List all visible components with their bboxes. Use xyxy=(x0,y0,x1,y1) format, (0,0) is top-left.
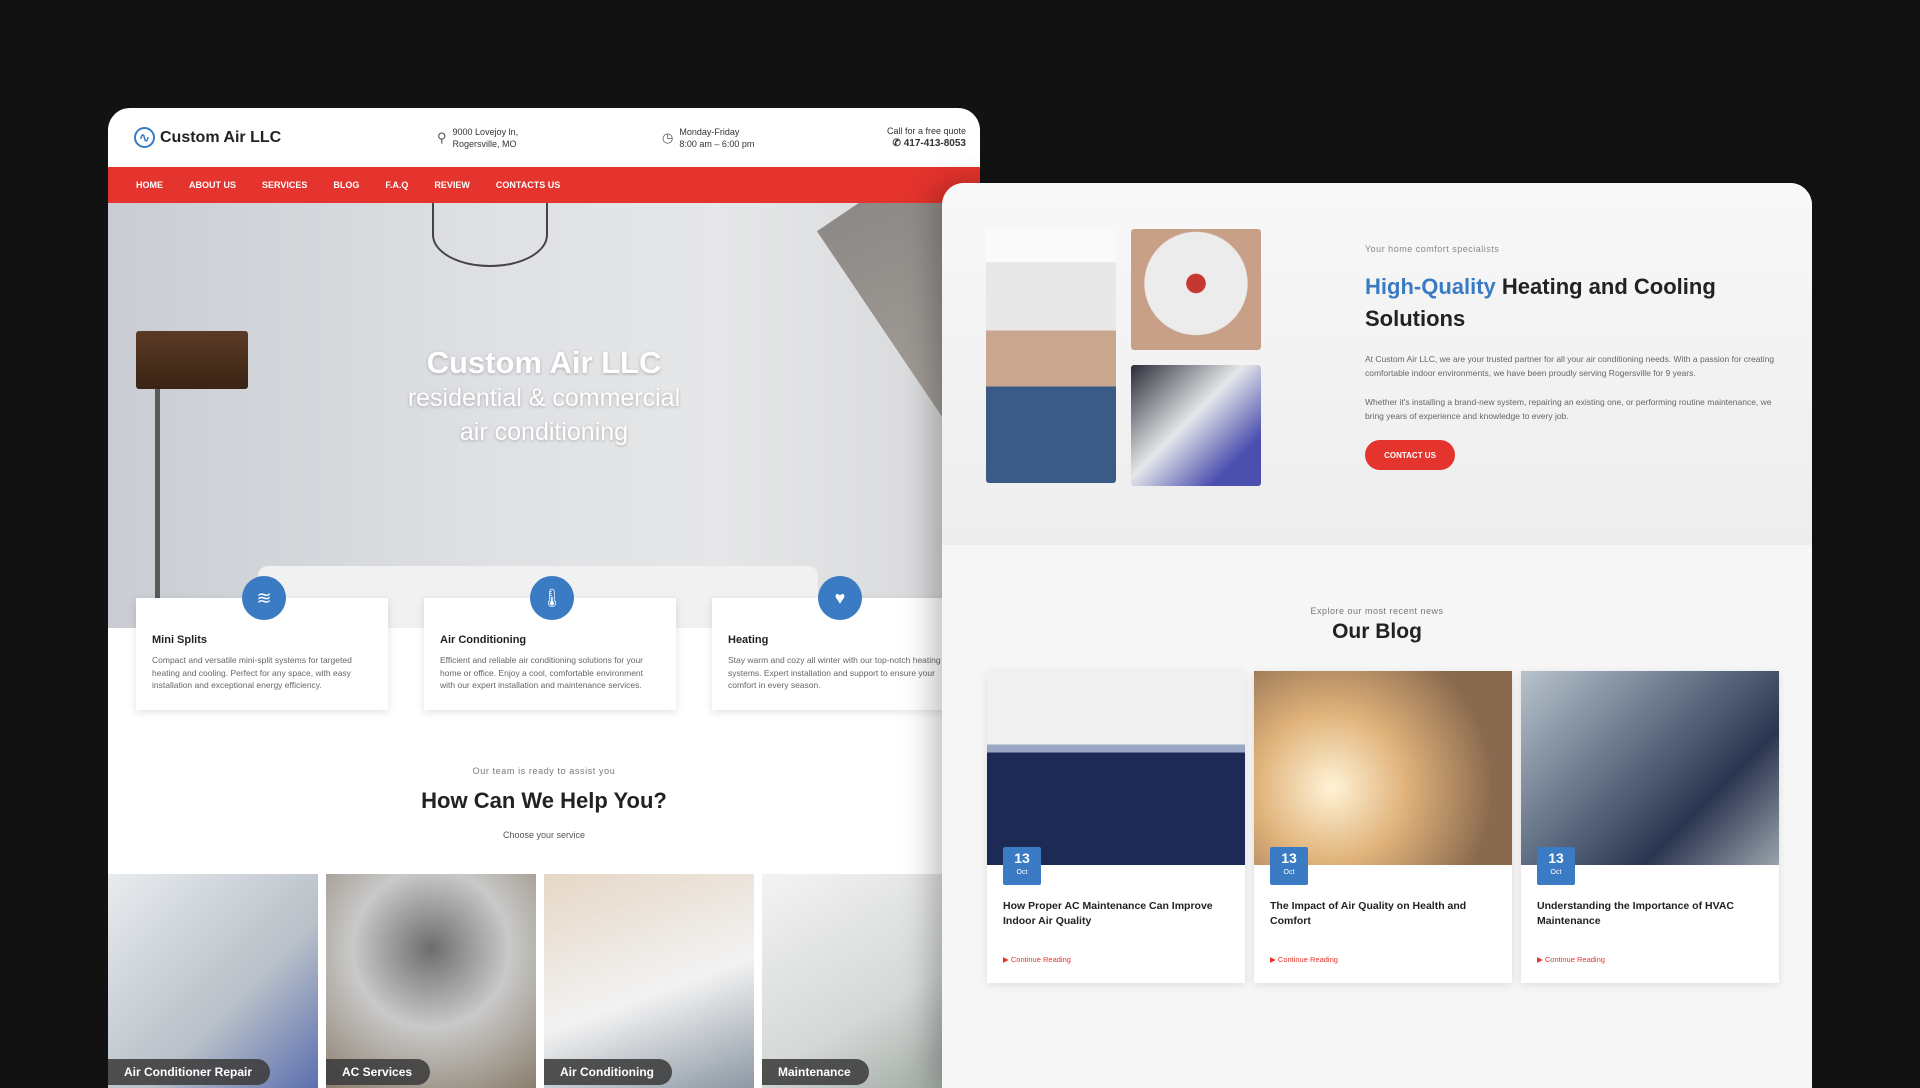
heart-icon: ♥ xyxy=(818,576,862,620)
feature-text: Stay warm and cozy all winter with our t… xyxy=(728,655,941,690)
feature-text: Efficient and reliable air conditioning … xyxy=(440,655,644,690)
quote-label: Call for a free quote xyxy=(886,126,966,136)
date-day: 13 xyxy=(1281,850,1297,866)
blog-card[interactable]: 13 Oct Understanding the Importance of HV… xyxy=(1521,671,1779,983)
help-title: How Can We Help You? xyxy=(421,788,667,813)
service-label: Maintenance xyxy=(762,1059,869,1085)
service-label: Air Conditioning xyxy=(544,1059,672,1085)
date-badge: 13 Oct xyxy=(1003,847,1041,885)
blog-post-title[interactable]: Understanding the Importance of HVAC Mai… xyxy=(1537,899,1765,929)
continue-reading-label: Continue Reading xyxy=(1277,955,1338,964)
play-arrow-icon: ▶ xyxy=(1270,955,1276,964)
quote-info: Call for a free quote ✆ 417-413-8053 xyxy=(887,125,966,150)
date-day: 13 xyxy=(1014,850,1030,866)
main-nav: HOME ABOUT US SERVICES BLOG F.A.Q REVIEW… xyxy=(108,167,980,203)
service-card[interactable]: Air Conditioner Repair xyxy=(108,874,318,1088)
hero-text: Custom Air LLC residential & commercial … xyxy=(108,345,980,449)
date-day: 13 xyxy=(1548,850,1564,866)
service-label: Air Conditioner Repair xyxy=(108,1059,271,1085)
blog-image xyxy=(987,671,1245,865)
hours-line: 8:00 am – 6:00 pm xyxy=(679,139,755,149)
date-month: Oct xyxy=(1283,869,1295,876)
help-eyebrow: Our team is ready to assist you xyxy=(472,766,616,776)
contact-us-button[interactable]: CONTACT US xyxy=(1365,440,1455,470)
blog-card[interactable]: 13 Oct The Impact of Air Quality on Healt… xyxy=(1254,671,1512,983)
service-label: AC Services xyxy=(326,1059,431,1085)
date-month: Oct xyxy=(1016,869,1028,876)
date-month: Oct xyxy=(1550,869,1562,876)
continue-reading-link[interactable]: ▶ Continue Reading xyxy=(1003,955,1071,964)
blog-posts: 13 Oct How Proper AC Maintenance Can Impr… xyxy=(987,671,1779,983)
blog-image xyxy=(1521,671,1779,865)
about-paragraph: Whether it's installing a brand-new syst… xyxy=(1365,397,1772,421)
address-line: Rogersville, MO xyxy=(452,139,517,149)
continue-reading-link[interactable]: ▶ Continue Reading xyxy=(1537,955,1605,964)
feature-cards: ≋ Mini Splits Compact and versatile mini… xyxy=(136,576,980,710)
hero-banner: Custom Air LLC residential & commercial … xyxy=(108,203,980,628)
play-arrow-icon: ▶ xyxy=(1003,955,1009,964)
service-card[interactable]: Maintenance xyxy=(762,874,972,1088)
hero-subtitle: residential & commercial xyxy=(407,384,681,412)
blog-card[interactable]: 13 Oct How Proper AC Maintenance Can Impr… xyxy=(987,671,1245,983)
blog-title: Our Blog xyxy=(1332,620,1422,643)
feature-card-air-conditioning[interactable]: 🌡 Air Conditioning Efficient and reliabl… xyxy=(424,576,676,710)
thermometer-icon: 🌡 xyxy=(530,576,574,620)
continue-reading-label: Continue Reading xyxy=(1544,955,1605,964)
hours-line: Monday-Friday xyxy=(679,127,740,137)
hero-subtitle: air conditioning xyxy=(459,418,629,446)
about-blog-preview: Your home comfort specialists High-Quali… xyxy=(942,183,1812,1088)
blog-post-title[interactable]: How Proper AC Maintenance Can Improve In… xyxy=(1003,899,1231,929)
nav-item-about-us[interactable]: ABOUT US xyxy=(189,180,236,190)
about-paragraph: At Custom Air LLC, we are your trusted p… xyxy=(1365,354,1775,378)
site-header: ∿ Custom Air LLC ⚲ 9000 Lovejoy ln, Roger… xyxy=(108,108,980,167)
help-section: Our team is ready to assist you How Can … xyxy=(108,766,980,840)
date-badge: 13 Oct xyxy=(1537,847,1575,885)
continue-reading-link[interactable]: ▶ Continue Reading xyxy=(1270,955,1338,964)
blog-post-title[interactable]: The Impact of Air Quality on Health and … xyxy=(1270,899,1498,929)
service-card[interactable]: Air Conditioning xyxy=(544,874,754,1088)
clock-icon: ◷ xyxy=(662,130,674,145)
nav-item-home[interactable]: HOME xyxy=(136,180,163,190)
help-subtitle: Choose your service xyxy=(502,830,586,840)
title-highlight: High-Quality xyxy=(1365,274,1496,299)
nav-item-contacts-us[interactable]: CONTACTS US xyxy=(496,180,560,190)
feature-card-heating[interactable]: ♥ Heating Stay warm and cozy all winter … xyxy=(712,576,964,710)
feature-title: Air Conditioning xyxy=(440,634,527,646)
chandelier xyxy=(432,203,548,267)
nav-item-faq[interactable]: F.A.Q xyxy=(385,180,408,190)
address-line: 9000 Lovejoy ln, xyxy=(452,127,519,137)
service-card[interactable]: AC Services xyxy=(326,874,536,1088)
waves-icon: ≋ xyxy=(242,576,286,620)
hours-info: ◷ Monday-Friday 8:00 am – 6:00 pm xyxy=(662,126,754,150)
logo-icon: ∿ xyxy=(134,127,155,148)
feature-card-mini-splits[interactable]: ≋ Mini Splits Compact and versatile mini… xyxy=(136,576,388,710)
photo-woman-sofa xyxy=(986,229,1116,483)
date-badge: 13 Oct xyxy=(1270,847,1308,885)
blog-image xyxy=(1254,671,1512,865)
phone-number: 417-413-8053 xyxy=(903,138,966,149)
brand-name: Custom Air LLC xyxy=(160,128,282,146)
feature-text: Compact and versatile mini-split systems… xyxy=(152,655,352,690)
hero-title: Custom Air LLC xyxy=(426,345,662,380)
service-cards: Air Conditioner Repair AC Services Air C… xyxy=(108,874,972,1088)
about-title: High-Quality Heating and Cooling Solutio… xyxy=(1365,271,1765,335)
photo-boiler-repair xyxy=(1131,229,1261,350)
photo-filter-clean xyxy=(1131,365,1261,486)
nav-item-review[interactable]: REVIEW xyxy=(434,180,470,190)
play-arrow-icon: ▶ xyxy=(1537,955,1543,964)
phone-icon: ✆ xyxy=(892,138,901,149)
feature-title: Mini Splits xyxy=(152,634,207,646)
location-pin-icon: ⚲ xyxy=(437,130,447,145)
blog-eyebrow: Explore our most recent news xyxy=(1310,606,1444,616)
feature-title: Heating xyxy=(728,634,769,646)
brand-logo[interactable]: ∿ Custom Air LLC xyxy=(134,127,281,148)
phone-link[interactable]: ✆ 417-413-8053 xyxy=(893,138,966,149)
homepage-preview: ∿ Custom Air LLC ⚲ 9000 Lovejoy ln, Roger… xyxy=(108,108,980,1088)
continue-reading-label: Continue Reading xyxy=(1010,955,1071,964)
nav-item-services[interactable]: SERVICES xyxy=(262,180,307,190)
address-info: ⚲ 9000 Lovejoy ln, Rogersville, MO xyxy=(437,126,518,150)
about-eyebrow: Your home comfort specialists xyxy=(1365,244,1500,254)
nav-item-blog[interactable]: BLOG xyxy=(333,180,359,190)
